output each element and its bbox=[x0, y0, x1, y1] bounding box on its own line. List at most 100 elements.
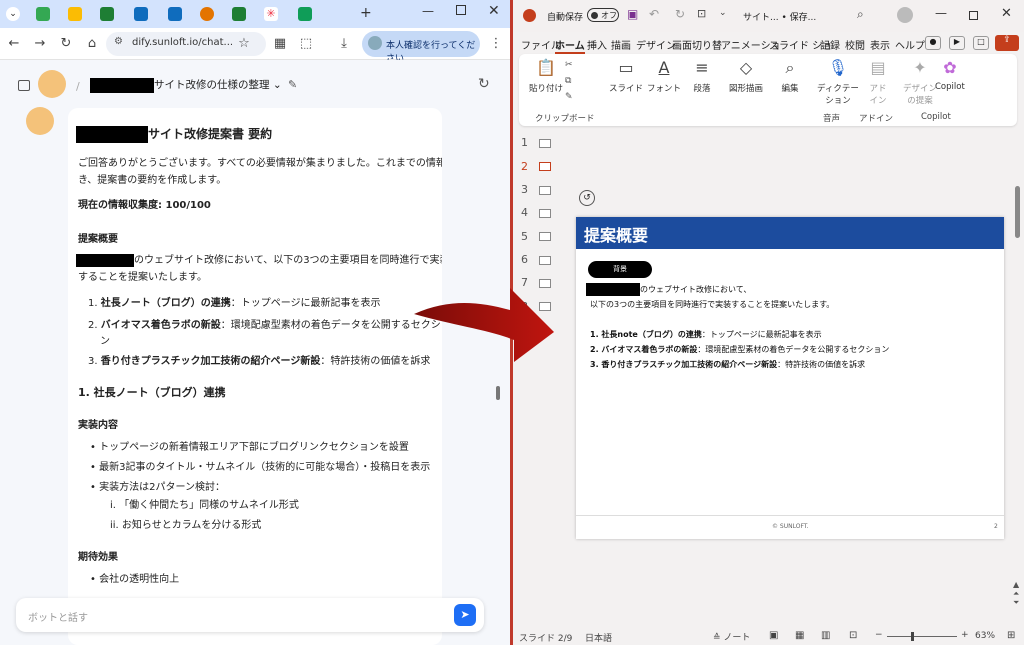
slide-thumbnail[interactable] bbox=[539, 186, 551, 195]
slide-canvas[interactable]: 提案概要 背景 のウェブサイト改修において、 以下の3つの主要項目を同時進行で実… bbox=[576, 217, 1004, 539]
site-info-icon[interactable]: ⚙ bbox=[114, 36, 123, 47]
redo-icon[interactable]: ↻ bbox=[675, 7, 685, 21]
back-icon[interactable]: ← bbox=[6, 36, 22, 51]
edit-button[interactable]: ⌕ 編集 bbox=[779, 58, 801, 94]
chat-input[interactable]: ボットと話す ➤ bbox=[16, 598, 484, 632]
zoom-in-icon[interactable]: + bbox=[961, 630, 969, 640]
tab-favicon-icon[interactable] bbox=[68, 7, 82, 21]
slide-thumbnail[interactable] bbox=[539, 162, 551, 171]
copilot-button[interactable]: ✿ Copilot bbox=[935, 58, 965, 92]
thumb-number: 3 bbox=[521, 183, 528, 196]
autosave-toggle[interactable]: オフ bbox=[587, 8, 619, 22]
reload-icon[interactable]: ↻ bbox=[58, 36, 74, 51]
list-item-bold: バイオマス着色ラボの新設 bbox=[100, 320, 221, 331]
customize-qat-icon[interactable]: ⌄ bbox=[719, 8, 727, 18]
minimize-icon[interactable]: — bbox=[935, 6, 947, 20]
tab-help[interactable]: ヘルプ bbox=[895, 37, 925, 52]
edit-icon[interactable]: ✎ bbox=[288, 78, 297, 91]
download-icon[interactable]: ⤓ bbox=[336, 36, 352, 51]
zoom-level[interactable]: 63% bbox=[975, 631, 995, 641]
paste-button[interactable]: 📋 貼り付け bbox=[529, 58, 563, 94]
cut-icon[interactable]: ✂ bbox=[565, 60, 573, 70]
more-menu-icon[interactable]: ⋮ bbox=[488, 36, 504, 51]
scroll-page-icons[interactable]: ▲ ⏶ ⏷ bbox=[1013, 580, 1019, 607]
tab-favicon-icon[interactable]: ✳ bbox=[264, 7, 278, 21]
normal-view-icon[interactable]: ▣ bbox=[769, 630, 778, 641]
sorter-view-icon[interactable]: ▦ bbox=[795, 630, 804, 641]
powerpoint-window: 自動保存 オフ ▣ ↶ ↻ ⊡ ⌄ サイト... • 保存... ⌕ — ✕ フ… bbox=[513, 0, 1024, 645]
zoom-out-icon[interactable]: − bbox=[875, 630, 883, 640]
thumb-number: 5 bbox=[521, 230, 528, 243]
tab-record[interactable]: 記録 bbox=[820, 37, 840, 52]
drawing-button[interactable]: ◇ 図形描画 bbox=[729, 58, 763, 94]
tab-search-icon[interactable]: ⌄ bbox=[6, 7, 20, 21]
present-teams-icon[interactable]: ▶ bbox=[949, 36, 965, 50]
reading-view-icon[interactable]: ▥ bbox=[821, 630, 830, 641]
paragraph-button[interactable]: ≡ 段落 bbox=[691, 58, 713, 94]
slide-thumbnail[interactable] bbox=[539, 139, 551, 148]
addin-button[interactable]: ▤ アド イン bbox=[867, 58, 889, 106]
designer-badge-icon[interactable]: ↺ bbox=[579, 190, 595, 206]
list-item: 1. 社長ノート（ブログ）の連携：トップページに最新記事を表示 bbox=[88, 294, 381, 309]
maximize-icon[interactable] bbox=[969, 11, 978, 20]
redacted-block bbox=[76, 253, 134, 267]
sidebar-toggle-icon[interactable] bbox=[18, 80, 30, 91]
tab-home[interactable]: ホーム bbox=[555, 37, 585, 54]
designer-button[interactable]: ✦ デザイン の提案 bbox=[903, 58, 937, 106]
language-indicator[interactable]: 日本語 bbox=[585, 631, 612, 644]
record-icon[interactable]: ● bbox=[925, 36, 941, 50]
copy-icon[interactable]: ⧉ bbox=[565, 76, 571, 86]
conversation-title[interactable]: サイト改修の仕様の整理 ⌄ bbox=[90, 77, 282, 93]
slide-thumbnail[interactable] bbox=[539, 256, 551, 265]
zoom-slider[interactable] bbox=[887, 636, 957, 637]
slide-button[interactable]: ▭ スライド bbox=[609, 58, 643, 94]
search-icon[interactable]: ⌕ bbox=[857, 7, 864, 22]
tab-transitions[interactable]: 画面切り替 bbox=[672, 37, 722, 52]
tab-favicon-icon[interactable] bbox=[200, 7, 214, 21]
tab-favicon-icon[interactable] bbox=[134, 7, 148, 21]
present-icon[interactable]: ⊡ bbox=[697, 7, 706, 20]
share-button[interactable]: ⇪ bbox=[995, 35, 1019, 51]
extensions-icon[interactable]: ⬚ bbox=[298, 36, 314, 51]
save-icon[interactable]: ▣ bbox=[627, 7, 638, 21]
tab-design[interactable]: デザイン bbox=[636, 37, 676, 52]
close-icon[interactable]: ✕ bbox=[1001, 6, 1012, 21]
zoom-slider-thumb[interactable] bbox=[911, 632, 914, 641]
home-icon[interactable]: ⌂ bbox=[84, 36, 100, 51]
tab-view[interactable]: 表示 bbox=[870, 37, 890, 52]
minimize-icon[interactable]: — bbox=[422, 4, 434, 18]
slide-thumbnail[interactable] bbox=[539, 209, 551, 218]
refresh-icon[interactable]: ↻ bbox=[478, 76, 490, 92]
list-item-bold: 香り付きプラスチック加工技術の紹介ページ新設 bbox=[100, 356, 321, 367]
qr-icon[interactable]: ▦ bbox=[272, 36, 288, 51]
tab-insert[interactable]: 挿入 bbox=[587, 37, 607, 52]
comments-icon[interactable]: □ bbox=[973, 36, 989, 50]
tab-excel-icon[interactable] bbox=[232, 7, 246, 21]
close-icon[interactable]: ✕ bbox=[488, 3, 500, 19]
tab-favicon-icon[interactable] bbox=[168, 7, 182, 21]
account-avatar[interactable] bbox=[897, 7, 913, 23]
scrollbar-thumb[interactable] bbox=[1015, 186, 1020, 238]
maximize-icon[interactable] bbox=[456, 5, 466, 15]
tab-sheets-icon[interactable] bbox=[298, 7, 312, 21]
forward-icon[interactable]: → bbox=[32, 36, 48, 51]
tab-draw[interactable]: 描画 bbox=[611, 37, 631, 52]
undo-icon[interactable]: ↶ bbox=[649, 7, 659, 21]
new-tab-icon[interactable]: + bbox=[360, 5, 372, 21]
tab-excel-icon[interactable] bbox=[100, 7, 114, 21]
dictate-button[interactable]: 🎙 ディクテー ション bbox=[817, 58, 859, 106]
bookmark-star-icon[interactable]: ☆ bbox=[236, 36, 252, 51]
send-button[interactable]: ➤ bbox=[454, 604, 476, 626]
identity-verify-button[interactable]: 本人確認を行ってください bbox=[362, 31, 480, 64]
format-painter-icon[interactable]: ✎ bbox=[565, 92, 573, 102]
slide-thumbnail[interactable] bbox=[539, 232, 551, 241]
tab-favicon-icon[interactable] bbox=[36, 7, 50, 21]
notes-button[interactable]: ≙ ノート bbox=[713, 630, 750, 643]
font-button[interactable]: A フォント bbox=[647, 58, 681, 94]
tab-review[interactable]: 校閲 bbox=[845, 37, 865, 52]
fit-slide-icon[interactable]: ⊞ bbox=[1007, 630, 1015, 641]
scrollbar-thumb[interactable] bbox=[496, 386, 500, 400]
document-title[interactable]: サイト... • 保存... bbox=[743, 10, 816, 23]
redacted-block bbox=[90, 77, 154, 93]
slideshow-view-icon[interactable]: ⊡ bbox=[849, 630, 857, 641]
